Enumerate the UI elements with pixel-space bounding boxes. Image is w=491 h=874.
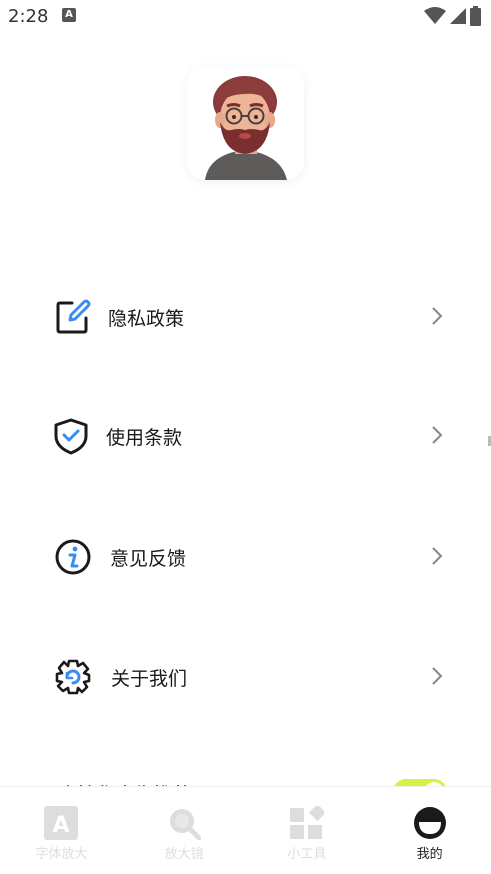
menu-item-terms-of-use[interactable]: 使用条款 [0,405,491,465]
bottom-nav: A 字体放大 放大镜 小工具 我的 [0,786,491,874]
nav-label: 字体放大 [35,847,88,862]
edit-icon [56,299,91,334]
font-app-icon: A [62,8,76,22]
nav-item-magnifier[interactable]: 放大镜 [123,787,246,874]
chevron-right-icon [432,667,443,685]
nav-label: 放大镜 [164,847,204,862]
menu-item-privacy-policy[interactable]: 隐私政策 [0,286,491,346]
menu-item-label: 隐私政策 [108,308,185,330]
widgets-icon [289,806,324,839]
screen: 2:28 A 隐私政策 使用条款 意见反馈 关于我们 A 字体放大 放大镜 小工… [0,0,491,874]
nav-label: 我的 [416,847,443,862]
info-icon [55,539,91,575]
svg-text:A: A [53,813,70,838]
status-icons [424,6,481,26]
avatar-memoji-icon [205,76,287,180]
status-bar: 2:28 A [0,0,491,34]
nav-item-mine[interactable]: 我的 [368,787,491,874]
signal-icon [450,8,466,24]
menu-item-feedback[interactable]: 意见反馈 [0,526,491,586]
menu-item-about-us[interactable]: 关于我们 [0,646,491,706]
nav-item-tools[interactable]: 小工具 [246,787,369,874]
profile-icon [413,807,446,839]
chevron-right-icon [432,547,443,565]
menu-item-label: 关于我们 [111,668,188,690]
status-time: 2:28 [8,6,49,27]
font-a-icon: A [44,806,79,840]
avatar[interactable] [187,66,304,180]
battery-icon [470,6,481,26]
nav-item-font-enlarge[interactable]: A 字体放大 [0,787,123,874]
magnifier-icon [170,809,202,840]
menu-item-label: 意见反馈 [110,548,187,570]
wifi-icon [424,7,446,24]
chevron-right-icon [432,426,443,444]
chevron-right-icon [432,307,443,325]
nav-label: 小工具 [287,847,327,862]
menu-item-label: 使用条款 [106,427,183,449]
shield-check-icon [54,418,88,455]
gear-icon [55,659,91,695]
